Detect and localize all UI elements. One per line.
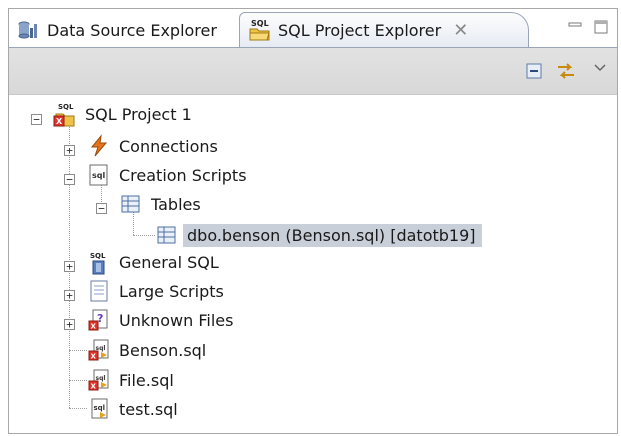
tab-sql-project-explorer[interactable]: SQL SQL Project Explorer ✕	[239, 12, 529, 47]
sql-document-icon: sql	[87, 163, 111, 187]
tree-item-tables[interactable]: Tables	[119, 190, 201, 218]
lightning-icon	[87, 134, 111, 158]
tree-item-general-sql[interactable]: SQL General SQL	[87, 248, 219, 276]
tree-item-benson-sql[interactable]: sql X Benson.sql	[87, 336, 206, 364]
project-tree: − SQL X SQL Project 1 + Connections − sq…	[9, 94, 617, 434]
sql-folder-icon: SQL	[248, 18, 272, 42]
sql-project-icon: SQL X	[53, 102, 77, 127]
document-icon	[87, 279, 111, 303]
tree-item-label: Connections	[119, 136, 218, 156]
tree-line	[69, 380, 87, 381]
sql-general-icon: SQL	[87, 250, 111, 275]
tree-item-label: Benson.sql	[119, 340, 207, 360]
tab-label: Data Source Explorer	[47, 20, 217, 40]
svg-text:sql: sql	[92, 171, 105, 180]
table-icon	[155, 223, 179, 247]
collapse-all-button[interactable]	[523, 62, 545, 84]
svg-text:sql: sql	[94, 404, 106, 412]
chevron-down-icon	[593, 58, 607, 77]
svg-text:X: X	[91, 323, 97, 331]
svg-text:SQL: SQL	[58, 103, 74, 111]
tree-item-label: SQL Project 1	[85, 104, 192, 124]
tree-item-table-dbo-benson[interactable]: dbo.benson (Benson.sql) [datotb19]	[155, 221, 482, 249]
svg-text:SQL: SQL	[251, 19, 269, 28]
table-icon	[119, 192, 143, 216]
link-arrows-icon	[555, 61, 577, 85]
tab-strip: Data Source Explorer SQL SQL Project Exp…	[9, 9, 617, 47]
collapse-all-icon	[525, 62, 543, 84]
tree-line	[69, 408, 87, 409]
tree-item-label: test.sql	[119, 399, 178, 419]
expand-toggle[interactable]: +	[64, 145, 75, 156]
sql-project-explorer-view: Data Source Explorer SQL SQL Project Exp…	[8, 8, 618, 434]
tree-item-unknown-files[interactable]: ? X Unknown Files	[87, 306, 233, 334]
window-controls	[567, 19, 609, 39]
tree-item-label: Creation Scripts	[119, 165, 247, 185]
view-toolbar	[9, 47, 617, 95]
minimize-icon[interactable]	[567, 20, 583, 39]
svg-text:X: X	[56, 117, 63, 126]
link-with-editor-button[interactable]	[555, 62, 577, 84]
maximize-icon[interactable]	[593, 19, 609, 39]
svg-text:SQL: SQL	[90, 252, 106, 260]
sql-file-icon: sql	[87, 397, 111, 421]
tab-label: SQL Project Explorer	[278, 20, 442, 40]
tree-item-sql-project[interactable]: SQL X SQL Project 1	[53, 100, 192, 128]
sql-file-error-icon: sql X	[87, 368, 111, 392]
tree-item-label: Tables	[151, 194, 201, 214]
tree-item-label: dbo.benson (Benson.sql) [datotb19]	[183, 223, 482, 247]
tree-item-label: File.sql	[119, 370, 174, 390]
tree-item-large-scripts[interactable]: Large Scripts	[87, 277, 224, 305]
unknown-file-icon: ? X	[87, 308, 111, 332]
tab-data-source-explorer[interactable]: Data Source Explorer	[11, 13, 239, 47]
close-icon[interactable]: ✕	[453, 20, 468, 41]
svg-text:X: X	[91, 383, 97, 391]
tree-item-label: Large Scripts	[119, 281, 224, 301]
tree-item-label: Unknown Files	[119, 310, 234, 330]
tree-line	[133, 235, 155, 236]
sql-file-error-icon: sql X	[87, 338, 111, 362]
tree-item-file-sql[interactable]: sql X File.sql	[87, 366, 174, 394]
view-menu-button[interactable]	[589, 56, 611, 78]
tree-item-label: General SQL	[119, 252, 219, 272]
tree-item-connections[interactable]: Connections	[87, 132, 218, 160]
tree-item-creation-scripts[interactable]: sql Creation Scripts	[87, 161, 247, 189]
tree-item-test-sql[interactable]: sql test.sql	[87, 395, 178, 423]
tree-line	[69, 350, 87, 351]
expand-toggle[interactable]: +	[64, 319, 75, 330]
collapse-toggle[interactable]: −	[64, 174, 75, 185]
expand-toggle[interactable]: +	[64, 261, 75, 272]
collapse-toggle[interactable]: −	[96, 203, 107, 214]
database-icon	[17, 18, 41, 42]
expand-toggle[interactable]: +	[64, 290, 75, 301]
collapse-toggle[interactable]: −	[31, 114, 42, 125]
svg-text:X: X	[91, 353, 97, 361]
